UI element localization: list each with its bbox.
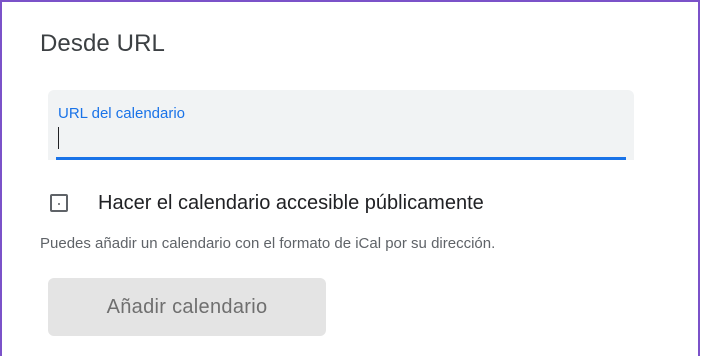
- calendar-from-url-panel: Desde URL URL del calendario Hacer el ca…: [0, 0, 700, 356]
- calendar-url-label: URL del calendario: [58, 105, 186, 122]
- checkbox-focus-dot: [58, 203, 60, 205]
- calendar-url-input[interactable]: [58, 126, 618, 152]
- section-title: Desde URL: [40, 30, 165, 57]
- add-calendar-button[interactable]: Añadir calendario: [48, 278, 326, 336]
- focus-underline: [56, 157, 626, 160]
- checkbox-unchecked-icon[interactable]: [50, 194, 68, 212]
- public-access-label[interactable]: Hacer el calendario accesible públicamen…: [98, 192, 484, 215]
- ical-help-text: Puedes añadir un calendario con el forma…: [40, 235, 496, 252]
- public-access-row[interactable]: Hacer el calendario accesible públicamen…: [50, 190, 484, 216]
- calendar-url-field[interactable]: URL del calendario: [48, 90, 634, 160]
- text-caret: [58, 127, 59, 149]
